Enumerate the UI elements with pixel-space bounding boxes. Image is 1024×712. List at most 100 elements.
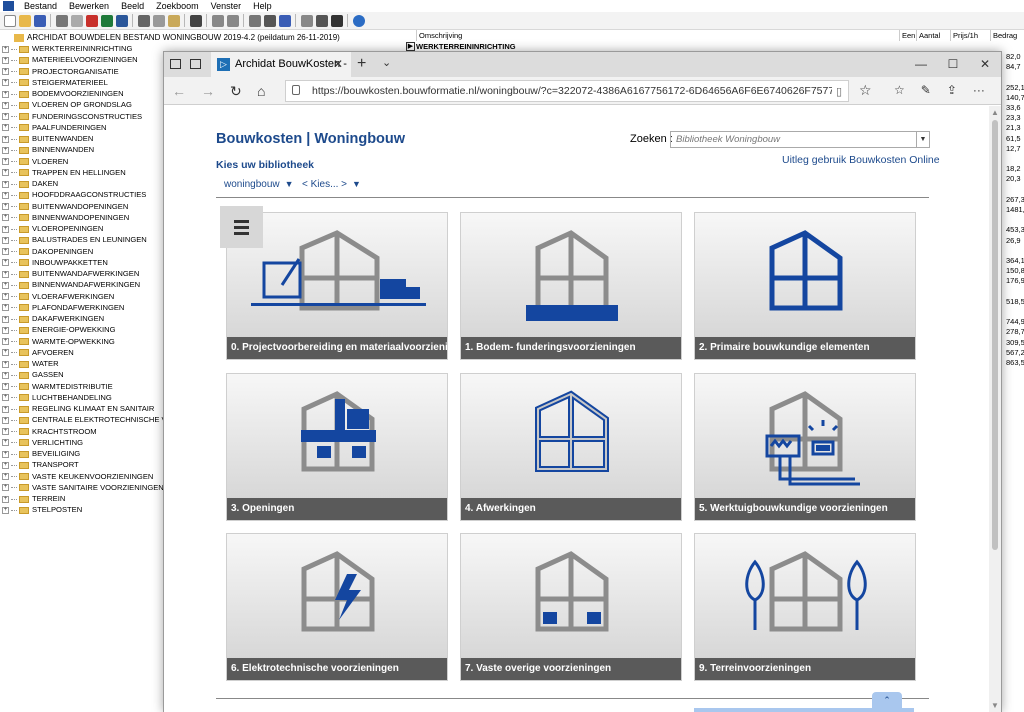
expand-icon[interactable]: + xyxy=(2,101,9,109)
menu-bestand[interactable]: Bestand xyxy=(18,0,63,12)
tree-item[interactable]: + VLOEROPENINGEN xyxy=(2,223,103,234)
refresh-icon[interactable]: ↻ xyxy=(230,83,242,100)
tree-item[interactable]: + WATER xyxy=(2,358,59,369)
expand-icon[interactable]: + xyxy=(2,506,9,514)
expand-icon[interactable]: + xyxy=(2,270,9,278)
tree-item[interactable]: + BODEMVOORZIENINGEN xyxy=(2,88,124,99)
expand-icon[interactable]: + xyxy=(2,293,9,300)
browser-tab[interactable]: ▷ Archidat BouwKosten - ✕ xyxy=(211,52,351,77)
expand-icon[interactable]: + xyxy=(2,439,9,447)
scroll-top-button[interactable]: ⌃ xyxy=(872,692,902,708)
expand-icon[interactable]: + xyxy=(2,79,9,87)
expand-icon[interactable]: + xyxy=(2,248,9,255)
scroll-up-icon[interactable]: ▲ xyxy=(991,108,999,117)
tree-item[interactable]: + MATERIEELVOORZIENINGEN xyxy=(2,54,138,65)
tree-item[interactable]: + VLOEREN xyxy=(2,156,68,167)
tile-werktuigbouwkundige[interactable]: 5. Werktuigbouwkundige voorzieningen xyxy=(694,373,916,521)
maximize-icon[interactable]: ☐ xyxy=(937,52,969,77)
word-icon[interactable] xyxy=(115,14,128,27)
expand-icon[interactable]: + xyxy=(2,371,9,379)
expand-icon[interactable]: + xyxy=(2,45,9,53)
tree-item[interactable]: + TERREIN xyxy=(2,493,65,504)
tree-item[interactable]: + PAALFUNDERINGEN xyxy=(2,122,107,133)
tile-afwerkingen[interactable]: 4. Afwerkingen xyxy=(460,373,682,521)
expand-icon[interactable]: + xyxy=(2,461,9,469)
expand-icon[interactable]: + xyxy=(2,416,9,424)
tree-item[interactable]: + LUCHTBEHANDELING xyxy=(2,392,112,403)
expand-icon[interactable]: + xyxy=(2,383,9,390)
chart-icon[interactable] xyxy=(248,14,261,27)
expand-icon[interactable]: + xyxy=(2,158,9,165)
scroll-down-icon[interactable]: ▼ xyxy=(991,701,999,710)
library-select[interactable]: woningbouw ▼ xyxy=(224,179,294,190)
tree-item[interactable]: + VASTE SANITAIRE VOORZIENINGEN xyxy=(2,482,164,493)
tree-item[interactable]: + VASTE KEUKENVOORZIENINGEN xyxy=(2,471,153,482)
tree-item[interactable]: + PROJECTORGANISATIE xyxy=(2,66,119,77)
tile-primaire-bouwkundige[interactable]: 2. Primaire bouwkundige elementen xyxy=(694,212,916,360)
find-icon[interactable] xyxy=(189,14,202,27)
expand-icon[interactable]: + xyxy=(2,281,9,289)
new-file-icon[interactable] xyxy=(3,14,16,27)
sort-icon[interactable] xyxy=(330,14,343,27)
share-icon[interactable]: ⇪ xyxy=(947,83,957,97)
url-field[interactable]: https://bouwkosten.bouwformatie.nl/wonin… xyxy=(285,80,849,102)
cut-icon[interactable] xyxy=(137,14,150,27)
close-window-icon[interactable]: ✕ xyxy=(969,52,1001,77)
expand-icon[interactable]: + xyxy=(2,146,9,154)
expand-icon[interactable]: + xyxy=(2,56,9,64)
col-bedrag[interactable]: Bedrag xyxy=(990,30,1024,41)
page-scrollbar[interactable]: ▲ ▼ xyxy=(989,106,1001,712)
menu-venster[interactable]: Venster xyxy=(205,0,248,12)
tree-item[interactable]: + HOOFDDRAAGCONSTRUCTIES xyxy=(2,189,146,200)
tree-item[interactable]: + VLOEREN OP GRONDSLAG xyxy=(2,99,132,110)
menu-beeld[interactable]: Beeld xyxy=(115,0,150,12)
help-link[interactable]: Uitleg gebruik Bouwkosten Online xyxy=(782,154,940,166)
tile-bodem-fundering[interactable]: 1. Bodem- funderingsvoorzieningen xyxy=(460,212,682,360)
tree-root[interactable]: ARCHIDAT BOUWDELEN BESTAND WONINGBOUW 20… xyxy=(4,32,340,43)
tile-vaste-overige[interactable]: 7. Vaste overige voorzieningen xyxy=(460,533,682,681)
tree-item[interactable]: + AFVOEREN xyxy=(2,347,74,358)
expand-icon[interactable]: + xyxy=(2,225,9,233)
expand-icon[interactable]: + xyxy=(2,236,9,244)
tile-terreinvoorzieningen[interactable]: 9. Terreinvoorzieningen xyxy=(694,533,916,681)
tree-item[interactable]: + VERLICHTING xyxy=(2,437,83,448)
expand-icon[interactable]: + xyxy=(2,203,9,210)
minimize-icon[interactable]: — xyxy=(905,52,937,77)
expand-icon[interactable]: + xyxy=(2,214,9,222)
tile-openingen[interactable]: 3. Openingen xyxy=(226,373,448,521)
tabs-aside-icon[interactable] xyxy=(170,59,181,69)
tree-item[interactable]: + PLAFONDAFWERKINGEN xyxy=(2,302,124,313)
expand-icon[interactable]: + xyxy=(2,191,9,199)
tab-preview-icon[interactable] xyxy=(190,59,201,69)
more-icon[interactable]: ··· xyxy=(973,83,985,97)
forward-icon[interactable]: → xyxy=(201,83,215,99)
tree-item[interactable]: + TRAPPEN EN HELLINGEN xyxy=(2,167,126,178)
paste-icon[interactable] xyxy=(167,14,180,27)
expand-icon[interactable]: + xyxy=(2,484,9,492)
tree-item[interactable]: + INBOUWPAKKETTEN xyxy=(2,257,108,268)
expand-icon[interactable]: + xyxy=(2,90,9,98)
expand-icon[interactable]: + xyxy=(2,304,9,312)
help-icon[interactable] xyxy=(352,14,365,27)
tree-item[interactable]: + BINNENWANDAFWERKINGEN xyxy=(2,279,140,290)
col-omschrijving[interactable]: Omschrijving xyxy=(416,30,902,41)
tree-item[interactable]: + WARMTE-OPWEKKING xyxy=(2,336,115,347)
tree-item[interactable]: + STEIGERMATERIEEL xyxy=(2,77,108,88)
menu-zoekboom[interactable]: Zoekboom xyxy=(150,0,205,12)
tab-list-chevron-icon[interactable]: ⌄ xyxy=(382,56,391,69)
align-icon[interactable] xyxy=(211,14,224,27)
tree-item[interactable]: + BEVEILIGING xyxy=(2,448,80,459)
save-icon[interactable] xyxy=(33,14,46,27)
tree-item[interactable]: + BUITENWANDOPENINGEN xyxy=(2,201,128,212)
tree-icon[interactable] xyxy=(300,14,313,27)
menu-bewerken[interactable]: Bewerken xyxy=(63,0,115,12)
tree-item[interactable]: + KRACHTSTROOM xyxy=(2,426,97,437)
expand-icon[interactable]: + xyxy=(2,473,9,480)
expand-icon[interactable]: + xyxy=(2,259,9,267)
expand-icon[interactable]: + xyxy=(2,450,9,458)
indent-icon[interactable] xyxy=(226,14,239,27)
table-icon[interactable] xyxy=(315,14,328,27)
tree-item[interactable]: + TRANSPORT xyxy=(2,459,79,470)
favorite-star-icon[interactable]: ☆ xyxy=(859,82,872,99)
expand-icon[interactable]: + xyxy=(2,169,9,177)
